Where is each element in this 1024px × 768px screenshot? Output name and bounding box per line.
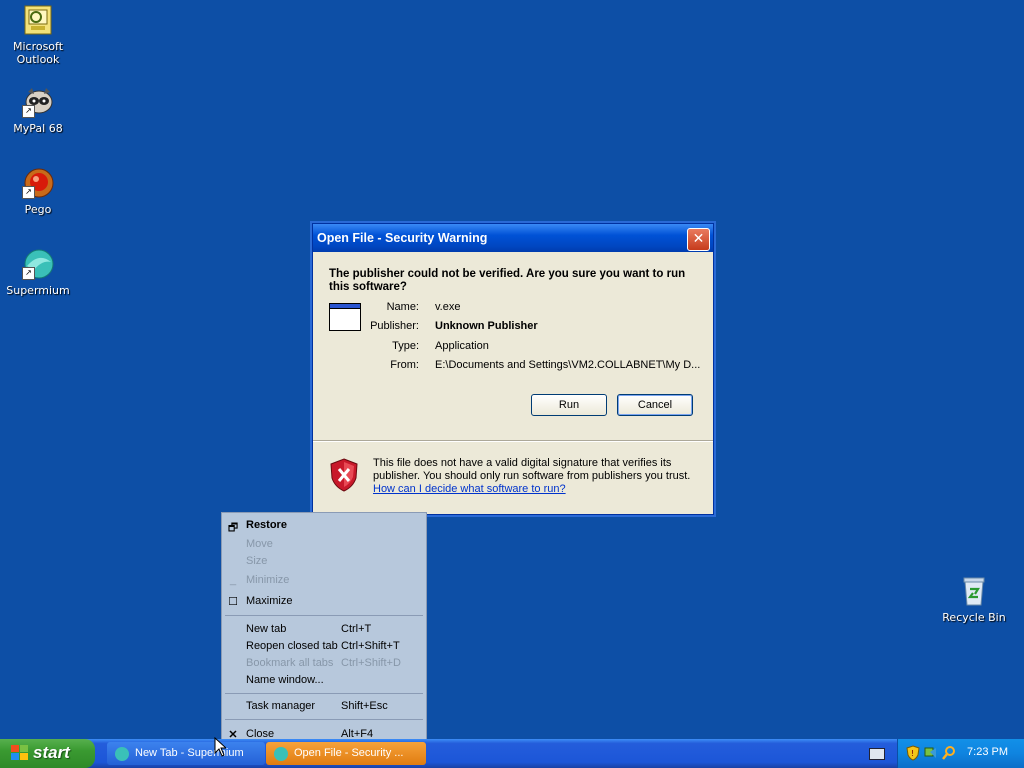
menu-item-label: Maximize — [246, 595, 293, 607]
taskbar-button-label: New Tab - Supermium — [135, 747, 244, 759]
run-button[interactable]: Run — [531, 394, 607, 416]
start-label: start — [33, 743, 70, 762]
menu-separator — [225, 719, 423, 720]
mypal-icon: ↗ — [22, 86, 54, 118]
shortcut-arrow-icon: ↗ — [22, 267, 35, 280]
desktop-icon-label: MyPal 68 — [13, 122, 63, 135]
taskbar-clock[interactable]: 7:23 PM — [967, 746, 1008, 758]
from-value: E:\Documents and Settings\VM2.COLLABNET\… — [435, 359, 701, 371]
taskbar-button-new-tab[interactable]: New Tab - Supermium — [107, 742, 265, 765]
start-button[interactable]: start — [0, 739, 95, 768]
maximize-icon: ☐ — [228, 596, 238, 608]
menu-item-label: Restore — [246, 519, 287, 531]
pego-icon: ↗ — [22, 167, 54, 199]
security-warning-dialog: Open File - Security Warning ✕ The publi… — [312, 223, 714, 515]
cancel-button[interactable]: Cancel — [617, 394, 693, 416]
desktop-icon-label: Recycle Bin — [942, 611, 1006, 624]
desktop-icon-mypal[interactable]: ↗ MyPal 68 — [0, 86, 76, 135]
dialog-titlebar[interactable]: Open File - Security Warning ✕ — [313, 224, 713, 252]
security-shield-icon[interactable]: ! — [906, 745, 920, 761]
outlook-icon — [22, 4, 54, 36]
recycle-bin-icon — [958, 575, 990, 607]
type-value: Application — [435, 340, 489, 352]
menu-item-reopen-closed-tab[interactable]: Reopen closed tab Ctrl+Shift+T — [222, 640, 426, 656]
minimize-icon: _ — [229, 574, 237, 586]
dialog-close-button[interactable]: ✕ — [687, 228, 710, 251]
supermium-icon — [274, 747, 288, 761]
menu-item-label: Bookmark all tabs — [246, 657, 334, 669]
menu-item-move: Move — [222, 538, 426, 554]
menu-item-label: Reopen closed tab — [246, 640, 338, 652]
windows-logo-icon — [11, 745, 29, 762]
keyboard-icon[interactable] — [869, 748, 885, 760]
menu-item-shortcut: Ctrl+Shift+D — [341, 657, 401, 669]
window-context-menu: 🗗 Restore Move Size _ Minimize ☐ Maximiz… — [221, 512, 427, 749]
publisher-value: Unknown Publisher — [435, 320, 538, 332]
dialog-heading: The publisher could not be verified. Are… — [329, 268, 686, 293]
menu-item-name-window[interactable]: Name window... — [222, 674, 426, 690]
supermium-icon: ↗ — [22, 248, 54, 280]
menu-item-label: New tab — [246, 623, 287, 635]
system-tray: ! 7:23 PM — [897, 739, 1024, 768]
desktop-icon-label: Pego — [24, 203, 52, 216]
menu-item-minimize: _ Minimize — [222, 574, 426, 590]
publisher-label: Publisher: — [370, 320, 419, 332]
menu-item-restore[interactable]: 🗗 Restore — [222, 519, 426, 535]
menu-item-shortcut: Shift+Esc — [341, 700, 388, 712]
warning-text-block: This file does not have a valid digital … — [373, 457, 703, 496]
name-value: v.exe — [435, 301, 461, 313]
network-icon[interactable] — [924, 745, 938, 761]
desktop-icon-outlook[interactable]: Microsoft Outlook — [0, 4, 76, 66]
desktop-icon-supermium[interactable]: ↗ Supermium — [0, 248, 76, 297]
menu-item-shortcut: Ctrl+Shift+T — [341, 640, 400, 652]
search-icon[interactable] — [942, 745, 956, 761]
from-label: From: — [390, 359, 419, 371]
restore-icon: 🗗 — [227, 522, 239, 534]
desktop-icon-pego[interactable]: ↗ Pego — [0, 167, 76, 216]
warning-text: This file does not have a valid digital … — [373, 457, 691, 482]
shortcut-arrow-icon: ↗ — [22, 105, 35, 118]
menu-item-size: Size — [222, 555, 426, 571]
dialog-divider — [313, 440, 713, 442]
menu-separator — [225, 693, 423, 694]
desktop-icon-recycle-bin[interactable]: Recycle Bin — [936, 575, 1012, 624]
menu-item-maximize[interactable]: ☐ Maximize — [222, 595, 426, 611]
taskbar-button-label: Open File - Security ... — [294, 747, 404, 759]
menu-item-label: Move — [246, 538, 273, 550]
menu-item-label: Size — [246, 555, 268, 567]
taskbar-button-security-warning[interactable]: Open File - Security ... — [266, 742, 426, 765]
menu-item-bookmark-all-tabs: Bookmark all tabs Ctrl+Shift+D — [222, 657, 426, 673]
menu-item-label: Minimize — [246, 574, 290, 586]
shield-warning-icon — [329, 458, 359, 492]
menu-item-shortcut: Ctrl+T — [341, 623, 372, 635]
menu-item-task-manager[interactable]: Task manager Shift+Esc — [222, 700, 426, 716]
supermium-icon — [115, 747, 129, 761]
svg-text:!: ! — [911, 749, 914, 758]
shortcut-arrow-icon: ↗ — [22, 186, 35, 199]
taskbar: start New Tab - Supermium Open File - Se… — [0, 739, 1024, 768]
dialog-title: Open File - Security Warning — [317, 231, 488, 245]
type-label: Type: — [392, 340, 419, 352]
name-label: Name: — [386, 301, 419, 313]
menu-item-label: Name window... — [246, 674, 324, 686]
desktop-icon-label: Microsoft Outlook — [12, 40, 64, 66]
menu-item-label: Task manager — [246, 700, 316, 712]
menu-separator — [225, 615, 423, 616]
desktop-icon-label: Supermium — [6, 284, 70, 297]
menu-item-new-tab[interactable]: New tab Ctrl+T — [222, 623, 426, 639]
help-link[interactable]: How can I decide what software to run? — [373, 483, 566, 495]
